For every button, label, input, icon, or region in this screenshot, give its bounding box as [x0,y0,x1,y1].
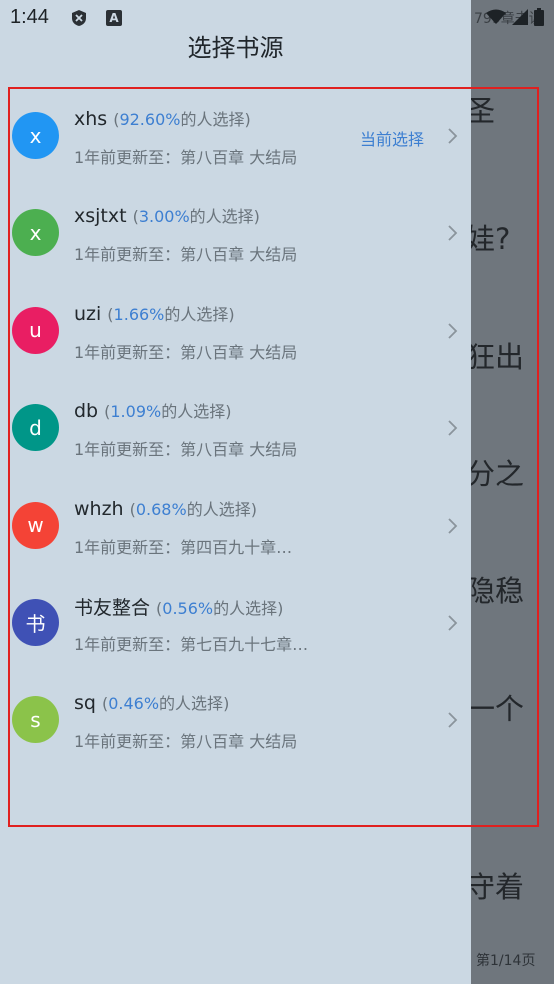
reader-line: 分之 [466,457,525,491]
source-name-line: 书友整合 (0.56%的人选择) [74,593,283,620]
source-share-percent: 3.00% [138,207,190,227]
chevron-right-icon [448,615,458,631]
source-share: (0.46%的人选择) [101,694,230,714]
status-time: 1:44 [10,6,49,28]
chevron-right-icon [448,517,458,534]
source-share-percent: 0.56% [162,598,214,618]
source-share-suffix: 的人选择 [161,402,226,422]
page-indicator: 第1/14页 [476,953,536,969]
reader-line: 一个 [466,692,525,726]
source-avatar: u [12,306,59,354]
source-share: (1.09%的人选择) [104,402,232,422]
source-name-line: xhs (92.60%的人选择) [74,106,251,130]
source-share: (0.56%的人选择) [156,598,284,618]
source-name: 书友整合 [74,596,151,619]
source-update: 1年前更新至：第八百章 大结局 [74,440,298,460]
source-item-sq[interactable]: s sq (0.46%的人选择) 1年前更新至：第八百章 大结局 [0,672,471,769]
source-share-suffix: 的人选择 [213,598,278,618]
source-update: 1年前更新至：第八百章 大结局 [74,148,298,167]
source-name: sq [74,692,96,715]
source-share: (0.68%的人选择) [129,499,257,519]
source-item-uzi[interactable]: u uzi (1.66%的人选择) 1年前更新至：第八百章 大结局 [0,283,471,380]
source-name: uzi [74,302,102,325]
source-avatar: s [12,696,59,744]
source-share-suffix: 的人选择 [159,694,224,714]
reader-line: 狂出 [466,340,525,374]
reader-line: 守着 [466,870,525,904]
source-update: 1年前更新至：第八百章 大结局 [74,732,298,752]
source-avatar: x [12,112,59,159]
source-update: 1年前更新至：第八百章 大结局 [74,245,298,265]
chevron-right-icon [448,128,458,144]
source-item-whzh[interactable]: w whzh (0.68%的人选择) 1年前更新至：第四百九十章… [0,478,471,575]
source-avatar: 书 [12,598,59,646]
chevron-right-icon [448,225,458,242]
source-share-suffix: 的人选择 [164,304,229,324]
source-share: (3.00%的人选择) [132,207,260,227]
signal-icon [512,9,528,25]
source-item-xhs[interactable]: x xhs (92.60%的人选择) 1年前更新至：第八百章 大结局 当前选择 [0,88,471,185]
screen: 799章未读 圣 娃? 狂出 分之 隐稳 一个 守着 第1/14页 1:44 A… [0,0,554,984]
source-name: xhs [74,108,108,130]
reader-line: 娃? [466,222,511,256]
status-icons-right [486,8,544,26]
chevron-right-icon [448,420,458,436]
source-name-line: sq (0.46%的人选择) [74,690,229,714]
source-name-line: whzh (0.68%的人选择) [74,496,257,520]
source-share: (92.60%的人选择) [113,110,251,129]
current-selection-tag: 当前选择 [360,130,425,149]
app-notification-icon: A [106,10,122,26]
source-update: 1年前更新至：第八百章 大结局 [74,342,298,362]
source-name: db [74,400,99,423]
chevron-right-icon [448,323,458,339]
source-share-percent: 0.46% [108,694,160,714]
source-item-书友整合[interactable]: 书 书友整合 (0.56%的人选择) 1年前更新至：第七百九十七章… [0,575,471,672]
source-item-db[interactable]: d db (1.09%的人选择) 1年前更新至：第八百章 大结局 [0,380,471,477]
source-avatar: d [12,404,59,452]
shield-icon [72,10,86,26]
source-share-percent: 1.09% [110,402,162,422]
source-name: whzh [74,497,124,520]
source-share-suffix: 的人选择 [186,499,251,519]
source-share-suffix: 的人选择 [189,207,254,227]
source-share-suffix: 的人选择 [180,110,245,129]
source-share-percent: 1.66% [113,304,165,324]
source-list: x xhs (92.60%的人选择) 1年前更新至：第八百章 大结局 当前选择 x… [0,88,471,770]
chevron-right-icon [448,712,458,728]
source-name-line: uzi (1.66%的人选择) [74,301,235,325]
source-update: 1年前更新至：第七百九十七章… [74,634,309,654]
source-name-line: db (1.09%的人选择) [74,398,231,422]
source-avatar: x [12,209,59,257]
source-item-xsjtxt[interactable]: x xsjtxt (3.00%的人选择) 1年前更新至：第八百章 大结局 [0,185,471,282]
source-share-percent: 92.60% [119,110,181,129]
source-share: (1.66%的人选择) [107,304,235,324]
drawer-title: 选择书源 [187,34,284,62]
source-avatar: w [12,501,59,549]
source-share-percent: 0.68% [135,499,187,519]
reader-line: 隐稳 [466,574,525,608]
source-name: xsjtxt [74,205,127,228]
battery-icon [534,8,544,26]
source-update: 1年前更新至：第四百九十章… [74,537,293,557]
source-name-line: xsjtxt (3.00%的人选择) [74,203,260,227]
source-drawer: 1:44 A 选择书源 x xhs (92.60%的人选择) 1年前更新至：第八百… [0,0,471,984]
wifi-icon [486,9,506,24]
